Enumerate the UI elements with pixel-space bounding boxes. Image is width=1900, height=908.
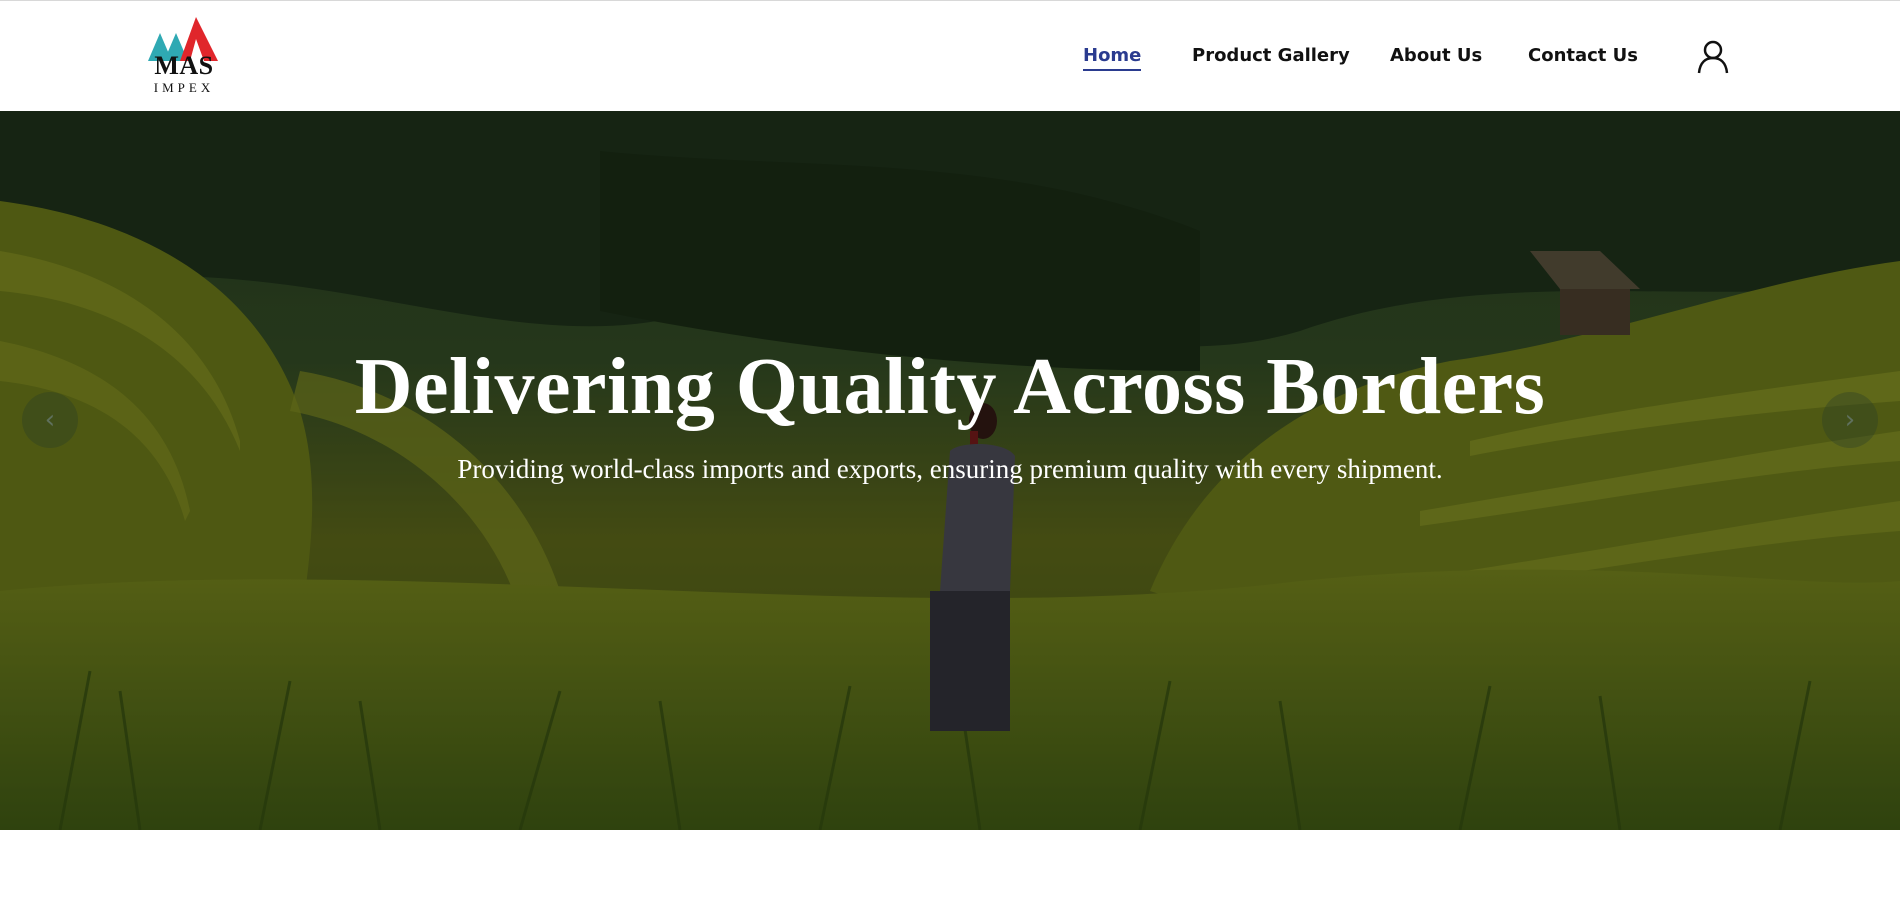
hero-banner: Delivering Quality Across Borders Provid…: [0, 111, 1900, 830]
brand-subname: IMPEX: [153, 80, 215, 95]
carousel-prev-button[interactable]: ‹: [22, 392, 78, 448]
nav-product-gallery-link[interactable]: Product Gallery: [1192, 44, 1350, 68]
chevron-left-icon: ‹: [44, 405, 56, 435]
nav-about-us-link[interactable]: About Us: [1390, 44, 1482, 68]
page-content-area: [0, 830, 1900, 908]
hero-subtitle: Providing world-class imports and export…: [457, 454, 1443, 484]
user-icon[interactable]: [1697, 40, 1729, 74]
brand-logo[interactable]: MAS IMPEX: [146, 15, 222, 97]
nav-home-link[interactable]: Home: [1083, 44, 1142, 71]
carousel-next-button[interactable]: ›: [1822, 392, 1878, 448]
nav-contact-us-link[interactable]: Contact Us: [1528, 44, 1638, 68]
chevron-right-icon: ›: [1844, 405, 1856, 435]
site-header: MAS IMPEX Home Product Gallery About Us …: [0, 0, 1900, 111]
hero-title: Delivering Quality Across Borders: [354, 343, 1546, 431]
brand-name: MAS: [154, 51, 214, 80]
